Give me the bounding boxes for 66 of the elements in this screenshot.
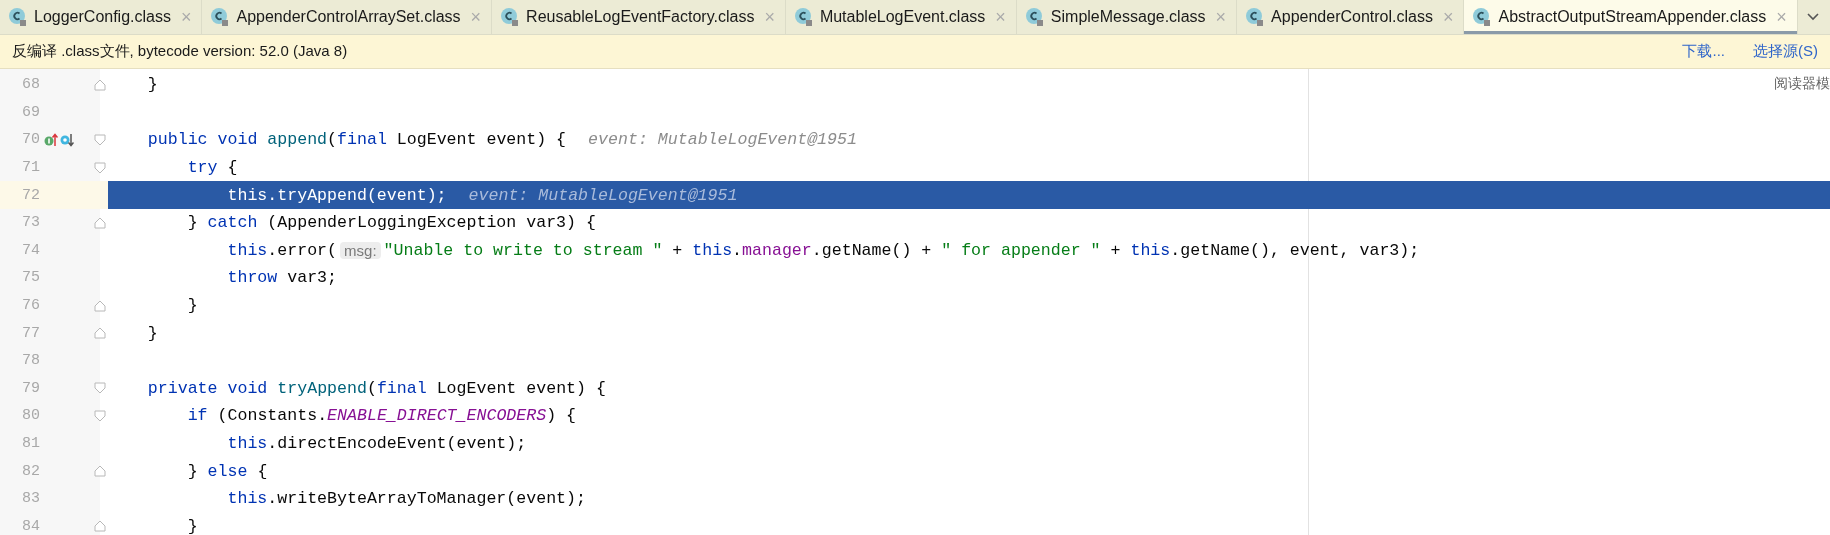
line-number: 79 xyxy=(21,379,40,397)
code-text: this.writeByteArrayToManager(event); xyxy=(226,489,586,509)
class-file-icon xyxy=(1024,7,1045,27)
notice-text: 反编译 .class文件, bytecode version: 52.0 (Java 8) xyxy=(12,42,348,61)
code-text: throw var3; xyxy=(226,268,338,288)
code-text: this.tryAppend(event); xyxy=(226,185,447,205)
fold-icon[interactable] xyxy=(94,465,106,478)
chevron-down-icon[interactable] xyxy=(1806,12,1820,22)
editor-tab[interactable]: ReusableLogEventFactory.class × xyxy=(492,0,786,34)
fold-icon[interactable] xyxy=(94,216,106,229)
editor-tab[interactable]: SimpleMessage.class × xyxy=(1016,0,1238,34)
line-number: 83 xyxy=(21,490,40,508)
fold-icon[interactable] xyxy=(94,161,106,174)
code-text: } catch (AppenderLoggingException var3) { xyxy=(186,213,596,233)
code-text: this.directEncodeEvent(event); xyxy=(226,434,527,453)
line-number: 82 xyxy=(21,462,40,480)
line-number: 72 xyxy=(21,186,40,204)
code-text: } xyxy=(186,296,198,316)
editor-tab[interactable]: AppenderControlArraySet.class × xyxy=(202,0,493,34)
line-number: 68 xyxy=(21,76,40,94)
override-marker-icon[interactable] xyxy=(60,133,74,147)
reader-mode-label[interactable]: 阅读器模 xyxy=(1774,75,1830,93)
code-text: } xyxy=(146,323,158,343)
class-file-icon xyxy=(1245,7,1266,27)
inlay-hint: event: MutableLogEvent@1951 xyxy=(588,130,857,150)
editor-tab[interactable]: AbstractOutputStreamAppender.class × xyxy=(1464,0,1798,34)
code-text: try { xyxy=(186,158,238,178)
line-number: 73 xyxy=(21,214,40,232)
fold-icon[interactable] xyxy=(94,520,106,533)
fold-icon[interactable] xyxy=(94,78,106,91)
fold-icon[interactable] xyxy=(94,409,106,422)
fold-icon[interactable] xyxy=(94,327,106,340)
editor-tab[interactable]: MutableLogEvent.class × xyxy=(785,0,1017,34)
line-number: 84 xyxy=(21,517,40,535)
notice-link[interactable]: 下载... xyxy=(1682,42,1725,61)
line-number: 70 xyxy=(21,131,40,149)
line-number: 81 xyxy=(21,435,40,452)
line-number: 77 xyxy=(21,324,40,342)
code-text: private void tryAppend(final LogEvent event) { xyxy=(146,378,606,398)
line-number: 74 xyxy=(21,241,40,259)
line-number: 69 xyxy=(21,103,40,121)
fold-icon[interactable] xyxy=(94,134,106,146)
line-number: 71 xyxy=(21,159,40,177)
fold-icon[interactable] xyxy=(94,382,106,395)
fold-icon[interactable] xyxy=(94,299,106,312)
code-text: } xyxy=(146,75,158,95)
editor-tab[interactable]: LoggerConfig.class × xyxy=(0,0,203,34)
line-number: 78 xyxy=(21,352,40,370)
parameter-hint: msg: xyxy=(340,241,381,259)
implementation-marker-icon[interactable] xyxy=(44,133,58,147)
code-text: "Unable to write to stream " + this.manager.getName() + " for appender " + this.getName(), event, var3); xyxy=(383,240,1420,260)
class-file-icon xyxy=(793,7,814,27)
notice-link[interactable]: 选择源(S) xyxy=(1753,42,1818,61)
line-number: 75 xyxy=(21,269,40,287)
code-text: } xyxy=(186,516,198,535)
code-text: public void append(final LogEvent event) { xyxy=(146,130,567,150)
class-file-icon xyxy=(8,7,28,27)
line-number: 80 xyxy=(21,407,40,425)
inlay-hint: event: MutableLogEvent@1951 xyxy=(468,185,738,205)
code-text: } else { xyxy=(186,461,268,481)
class-file-icon xyxy=(1472,7,1493,27)
code-text: if (Constants.ENABLE_DIRECT_ENCODERS) { xyxy=(186,406,577,426)
class-file-icon xyxy=(500,7,521,27)
line-number: 76 xyxy=(21,297,40,315)
code-text: this.error( xyxy=(226,240,338,260)
class-file-icon xyxy=(210,7,231,27)
